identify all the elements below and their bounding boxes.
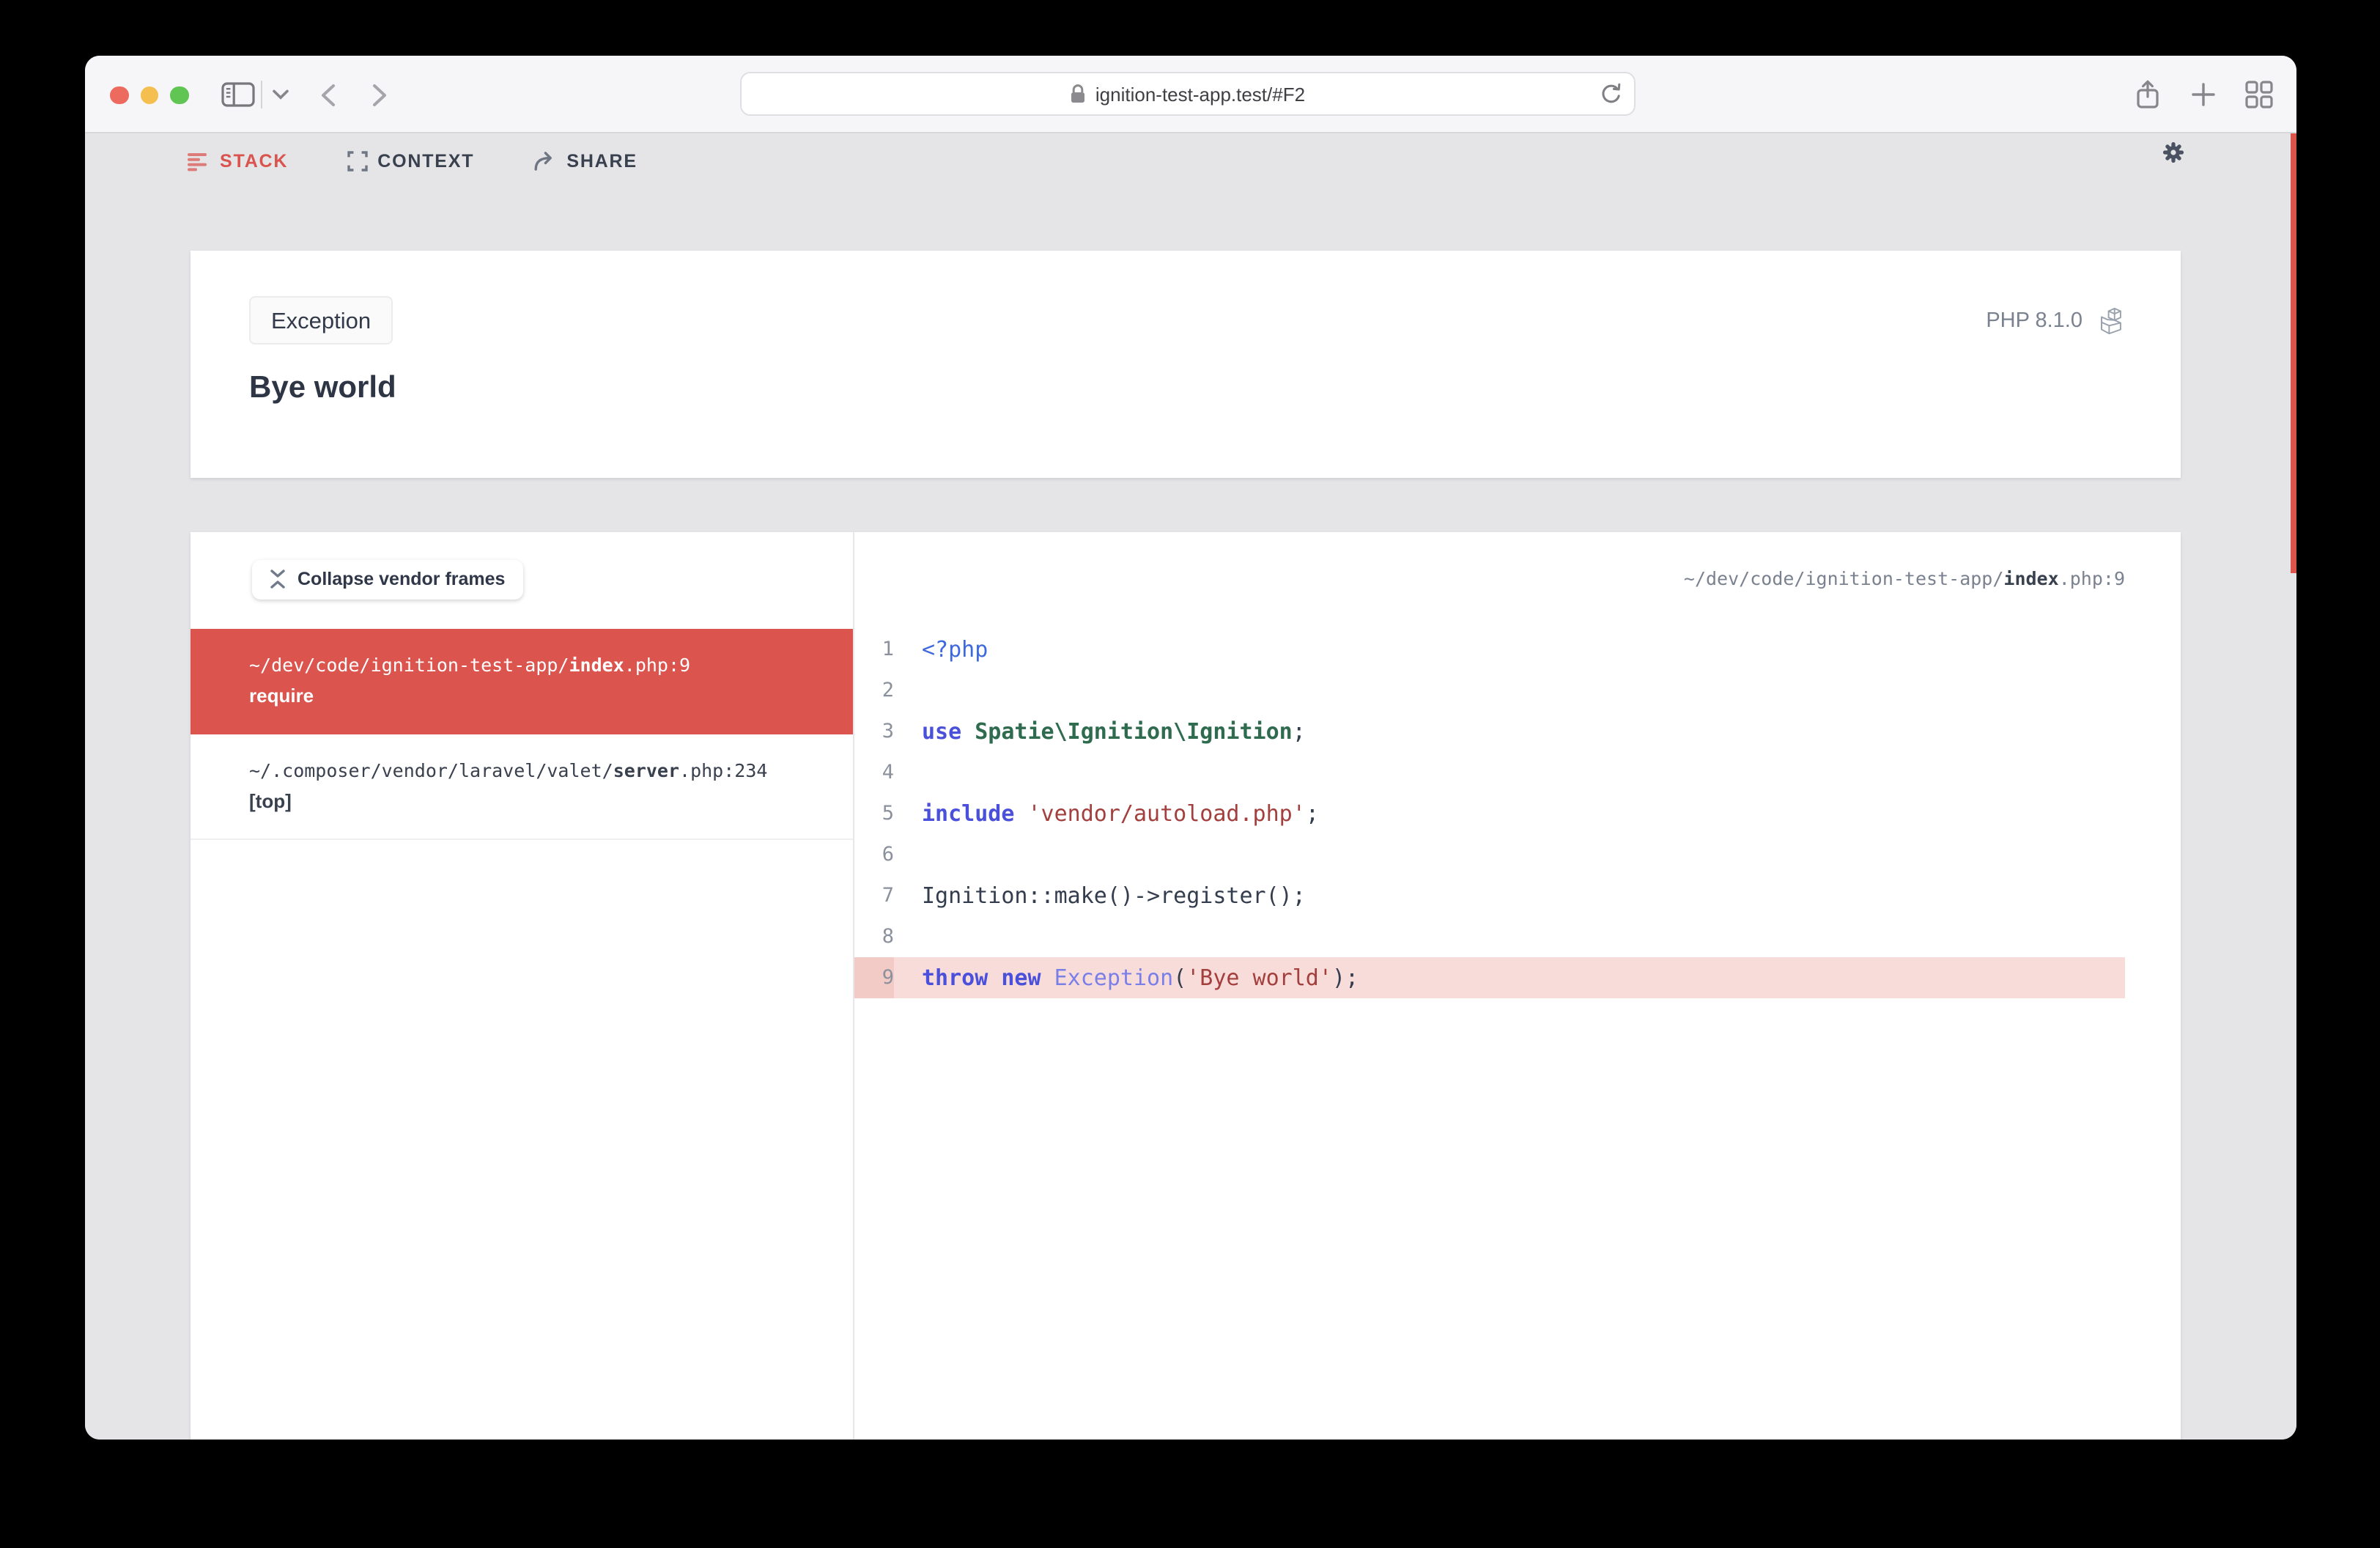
- settings-gear-icon[interactable]: [2162, 141, 2185, 164]
- tab-overview-icon[interactable]: [2244, 56, 2273, 133]
- stack-frames-pane: Collapse vendor frames ~/dev/code/igniti…: [190, 532, 853, 1440]
- sidebar-toggle-icon[interactable]: [218, 56, 256, 133]
- screen: ignition-test-app.test/#F2 STACK CONTEXT…: [0, 0, 2380, 1548]
- close-window-button[interactable]: [110, 86, 128, 104]
- code-line: 8: [854, 915, 2125, 957]
- code-line: 6: [854, 833, 2125, 874]
- share-icon[interactable]: [2132, 56, 2162, 133]
- tab-context-label: CONTEXT: [377, 151, 475, 172]
- code-line: 5 include 'vendor/autoload.php';: [854, 792, 2125, 833]
- php-version: PHP 8.1.0: [1986, 309, 2082, 332]
- line-number: 2: [882, 678, 894, 701]
- collapse-vendor-frames-label: Collapse vendor frames: [298, 569, 506, 589]
- back-icon[interactable]: [317, 56, 340, 133]
- line-number: 7: [882, 883, 894, 907]
- chevron-down-icon[interactable]: [270, 56, 290, 133]
- scroll-indicator[interactable]: [2291, 133, 2296, 573]
- tab-stack[interactable]: STACK: [188, 151, 288, 172]
- code-pane: ~/dev/code/ignition-test-app/index.php:9…: [853, 532, 2181, 1440]
- line-number: 5: [882, 801, 894, 825]
- code-line: 3 use Spatie\Ignition\Ignition;: [854, 710, 2125, 751]
- frame-method: [top]: [249, 789, 292, 811]
- line-number: 1: [882, 637, 894, 660]
- ignition-nav: STACK CONTEXT SHARE: [188, 142, 696, 180]
- new-tab-icon[interactable]: [2188, 56, 2217, 133]
- toolbar-separator: [261, 81, 262, 108]
- ignition-page: STACK CONTEXT SHARE Exception Bye world …: [85, 133, 2296, 1440]
- frame-method: require: [249, 684, 314, 706]
- line-number: 3: [882, 719, 894, 742]
- line-number: 6: [882, 842, 894, 866]
- lock-icon: [1071, 84, 1085, 103]
- code-line: 1 <?php: [854, 628, 2125, 669]
- line-number: 4: [882, 760, 894, 784]
- share-arrow-icon: [533, 152, 552, 171]
- line-number: 8: [882, 924, 894, 948]
- tab-share[interactable]: SHARE: [533, 151, 638, 172]
- forward-icon[interactable]: [368, 56, 391, 133]
- code-text: include 'vendor/autoload.php';: [922, 800, 1319, 826]
- frame-list: ~/dev/code/ignition-test-app/index.php:9…: [190, 628, 853, 839]
- code-text: <?php: [922, 635, 988, 662]
- address-bar[interactable]: ignition-test-app.test/#F2: [740, 72, 1636, 116]
- line-number: 9: [854, 957, 894, 998]
- code-file-path: ~/dev/code/ignition-test-app/index.php:9: [1683, 567, 2125, 589]
- code-snippet: 1 <?php 2 3 use Spatie\Ignition\Ignition; 4 5 i…: [854, 628, 2181, 998]
- browser-toolbar: ignition-test-app.test/#F2: [85, 56, 2296, 133]
- error-message: Bye world: [249, 370, 396, 404]
- browser-window: ignition-test-app.test/#F2 STACK CONTEXT…: [85, 56, 2296, 1440]
- collapse-vertical-icon: [270, 570, 285, 589]
- zoom-window-button[interactable]: [170, 86, 188, 104]
- url-text: ignition-test-app.test/#F2: [1095, 83, 1306, 105]
- tab-stack-label: STACK: [220, 151, 289, 172]
- code-line: 9 throw new Exception('Bye world');: [854, 957, 2125, 998]
- exception-class-badge: Exception: [249, 295, 393, 344]
- stack-frame-active[interactable]: ~/dev/code/ignition-test-app/index.php:9…: [190, 628, 853, 734]
- collapse-vendor-frames-button[interactable]: Collapse vendor frames: [252, 559, 523, 599]
- stack-lines-icon: [188, 152, 207, 171]
- code-text: use Spatie\Ignition\Ignition;: [922, 718, 1306, 744]
- stack-frame[interactable]: ~/.composer/vendor/laravel/valet/server.…: [190, 734, 853, 839]
- error-card: Exception Bye world PHP 8.1.0: [190, 250, 2181, 477]
- frame-path: ~/.composer/vendor/laravel/valet/server.…: [249, 759, 768, 781]
- tab-context[interactable]: CONTEXT: [347, 151, 474, 172]
- code-text: throw new Exception('Bye world');: [922, 964, 1359, 990]
- code-line: 7 Ignition::make()->register();: [854, 874, 2125, 915]
- frame-path: ~/dev/code/ignition-test-app/index.php:9: [249, 653, 691, 675]
- code-line: 4: [854, 751, 2125, 792]
- code-text: Ignition::make()->register();: [922, 882, 1306, 908]
- stack-section: Collapse vendor frames ~/dev/code/igniti…: [190, 532, 2181, 1440]
- minimize-window-button[interactable]: [140, 86, 158, 104]
- laravel-icon: [2101, 306, 2121, 334]
- reload-icon[interactable]: [1599, 82, 1622, 114]
- tab-share-label: SHARE: [566, 151, 638, 172]
- context-brackets-icon: [347, 151, 367, 172]
- code-line: 2: [854, 669, 2125, 710]
